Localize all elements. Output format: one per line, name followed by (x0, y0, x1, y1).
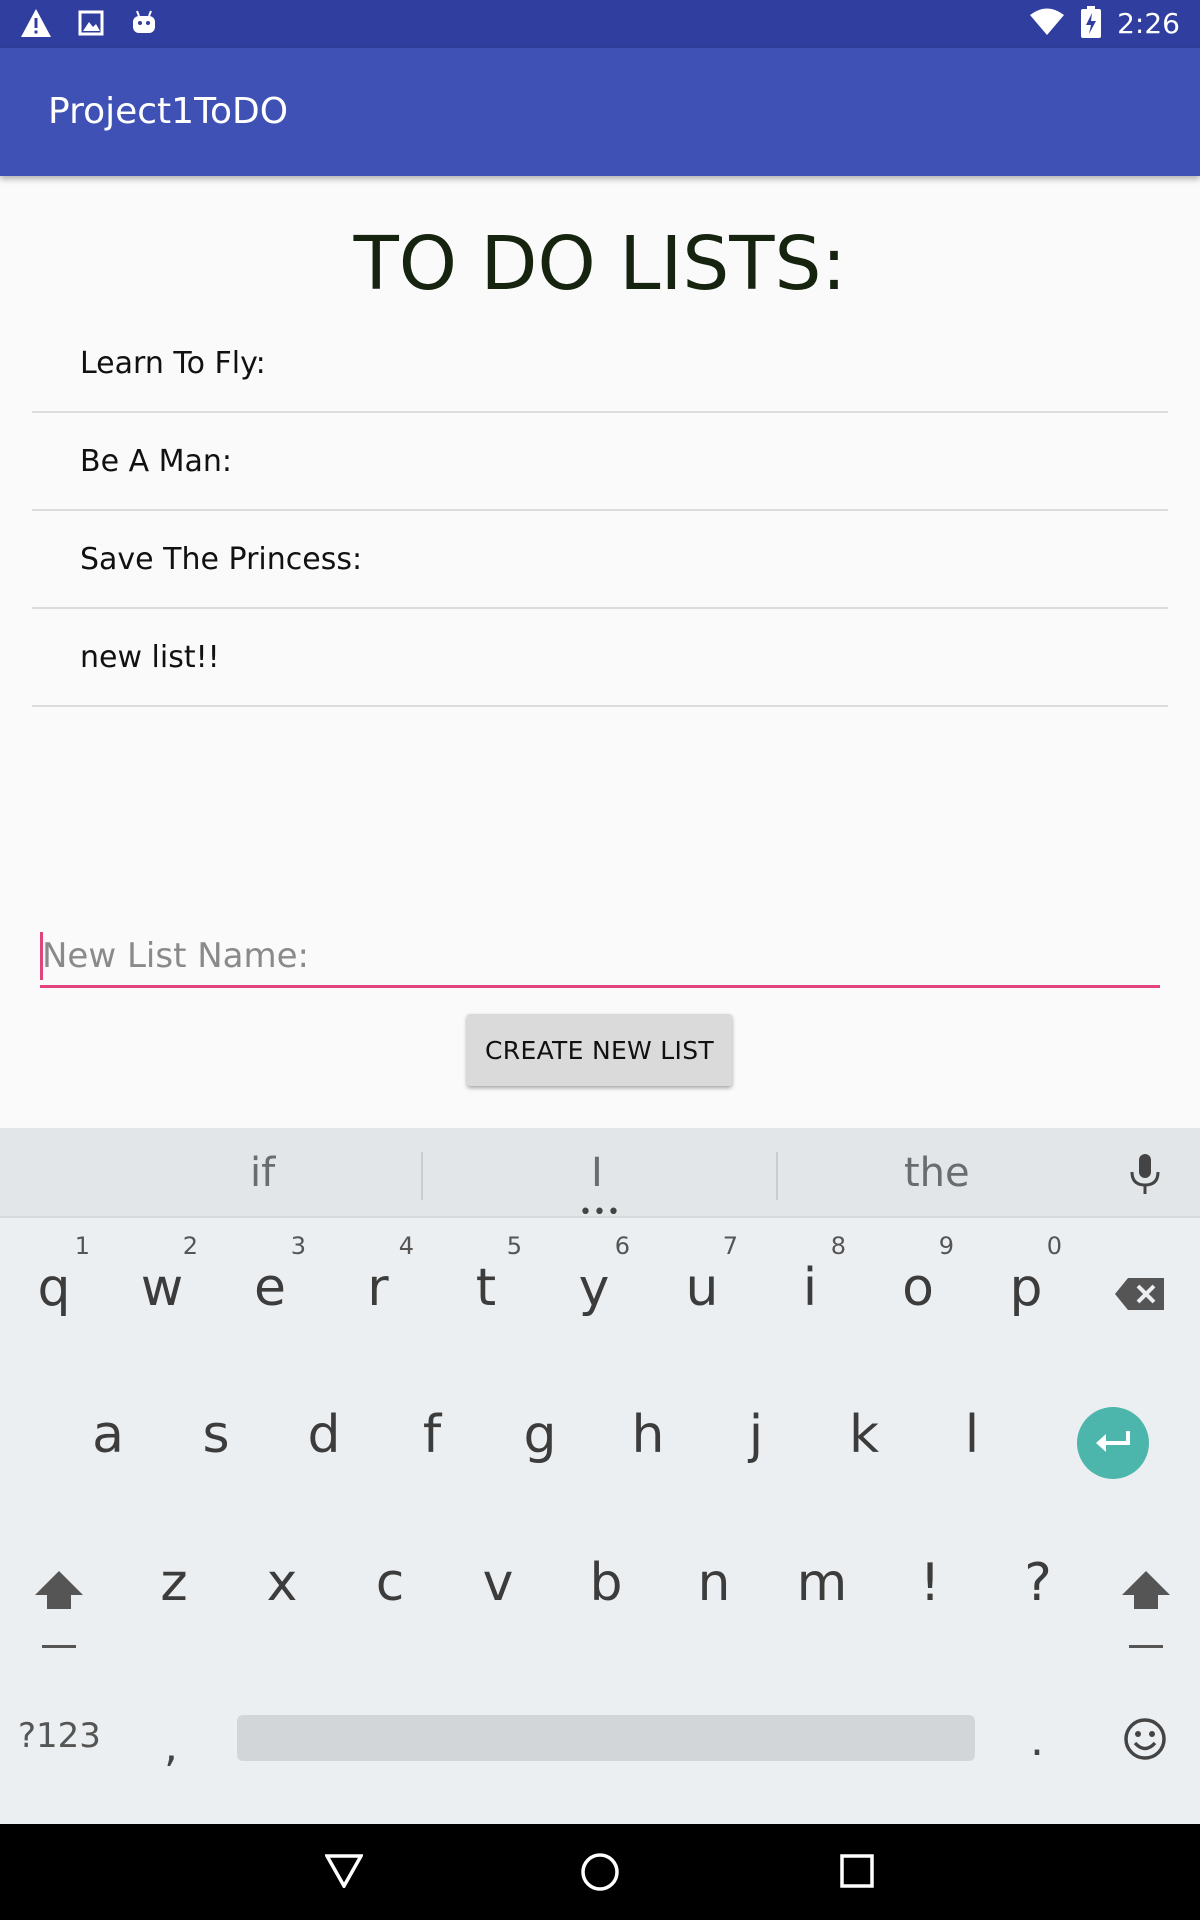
warning-icon (20, 8, 52, 42)
home-icon[interactable] (580, 1852, 620, 1896)
key-question[interactable]: ? (988, 1523, 1088, 1633)
key-k[interactable]: k (814, 1375, 914, 1485)
symbols-key[interactable]: ?123 (18, 1716, 101, 1756)
key-r[interactable]: 4r (328, 1228, 428, 1338)
key-s[interactable]: s (166, 1375, 266, 1485)
comma-key[interactable]: , (164, 1722, 178, 1772)
status-bar: 2:26 (0, 0, 1200, 48)
key-t[interactable]: 5t (436, 1228, 536, 1338)
key-n[interactable]: n (664, 1523, 764, 1633)
key-d[interactable]: d (274, 1375, 374, 1485)
android-icon (130, 9, 158, 41)
navigation-bar (0, 1824, 1200, 1920)
list-item-label: Learn To Fly: (80, 346, 266, 381)
key-x[interactable]: x (232, 1523, 332, 1633)
key-a[interactable]: a (58, 1375, 158, 1485)
key-w[interactable]: 2w (112, 1228, 212, 1338)
list-item-label: Save The Princess: (80, 542, 363, 577)
divider (421, 1152, 423, 1200)
todo-lists: Learn To Fly: Be A Man: Save The Princes… (32, 315, 1168, 707)
image-icon (78, 10, 104, 40)
page-heading: TO DO LISTS: (353, 221, 847, 307)
more-suggestions-icon[interactable]: ••• (579, 1202, 621, 1224)
key-b[interactable]: b (556, 1523, 656, 1633)
suggestion-item[interactable]: if (250, 1150, 275, 1196)
app-bar: Project1ToDO (0, 48, 1200, 176)
key-p[interactable]: 0p (976, 1228, 1076, 1338)
suggestion-item[interactable]: I (591, 1150, 603, 1196)
list-item[interactable]: Learn To Fly: (32, 315, 1168, 413)
key-c[interactable]: c (340, 1523, 440, 1633)
app-title: Project1ToDO (48, 91, 289, 132)
list-item-label: Be A Man: (80, 444, 233, 479)
list-item[interactable]: Save The Princess: (32, 511, 1168, 609)
period-key[interactable]: . (1030, 1716, 1044, 1766)
key-v[interactable]: v (448, 1523, 548, 1633)
enter-icon (1095, 1429, 1133, 1461)
enter-key[interactable] (1077, 1407, 1149, 1479)
suggestion-item[interactable]: the (904, 1150, 970, 1196)
key-h[interactable]: h (598, 1375, 698, 1485)
clock: 2:26 (1117, 7, 1180, 40)
key-l[interactable]: l (922, 1375, 1022, 1485)
new-list-name-input[interactable] (40, 928, 1160, 984)
key-i[interactable]: 8i (760, 1228, 860, 1338)
shift-icon[interactable] (34, 1570, 84, 1654)
key-f[interactable]: f (382, 1375, 482, 1485)
list-item[interactable]: Be A Man: (32, 413, 1168, 511)
space-bar[interactable] (237, 1715, 975, 1761)
list-item-label: new list!! (80, 640, 220, 675)
battery-icon (1081, 6, 1102, 42)
key-q[interactable]: 1q (4, 1228, 104, 1338)
key-z[interactable]: z (124, 1523, 224, 1633)
key-g[interactable]: g (490, 1375, 590, 1485)
key-u[interactable]: 7u (652, 1228, 752, 1338)
divider (776, 1152, 778, 1200)
suggestion-strip: if I ••• the (0, 1128, 1200, 1224)
wifi-icon (1029, 8, 1065, 40)
key-j[interactable]: j (706, 1375, 806, 1485)
emoji-icon[interactable] (1123, 1717, 1167, 1765)
text-cursor (40, 932, 43, 980)
back-icon[interactable] (323, 1854, 365, 1892)
list-item[interactable]: new list!! (32, 609, 1168, 707)
key-o[interactable]: 9o (868, 1228, 968, 1338)
microphone-icon[interactable] (1128, 1154, 1162, 1202)
new-list-field[interactable] (40, 928, 1160, 988)
shift-icon[interactable] (1121, 1570, 1171, 1654)
key-m[interactable]: m (772, 1523, 872, 1633)
recents-icon[interactable] (840, 1854, 874, 1892)
key-exclamation[interactable]: ! (880, 1523, 980, 1633)
key-y[interactable]: 6y (544, 1228, 644, 1338)
create-new-list-button[interactable]: CREATE NEW LIST (467, 1014, 732, 1086)
key-e[interactable]: 3e (220, 1228, 320, 1338)
backspace-icon[interactable] (1114, 1276, 1166, 1316)
